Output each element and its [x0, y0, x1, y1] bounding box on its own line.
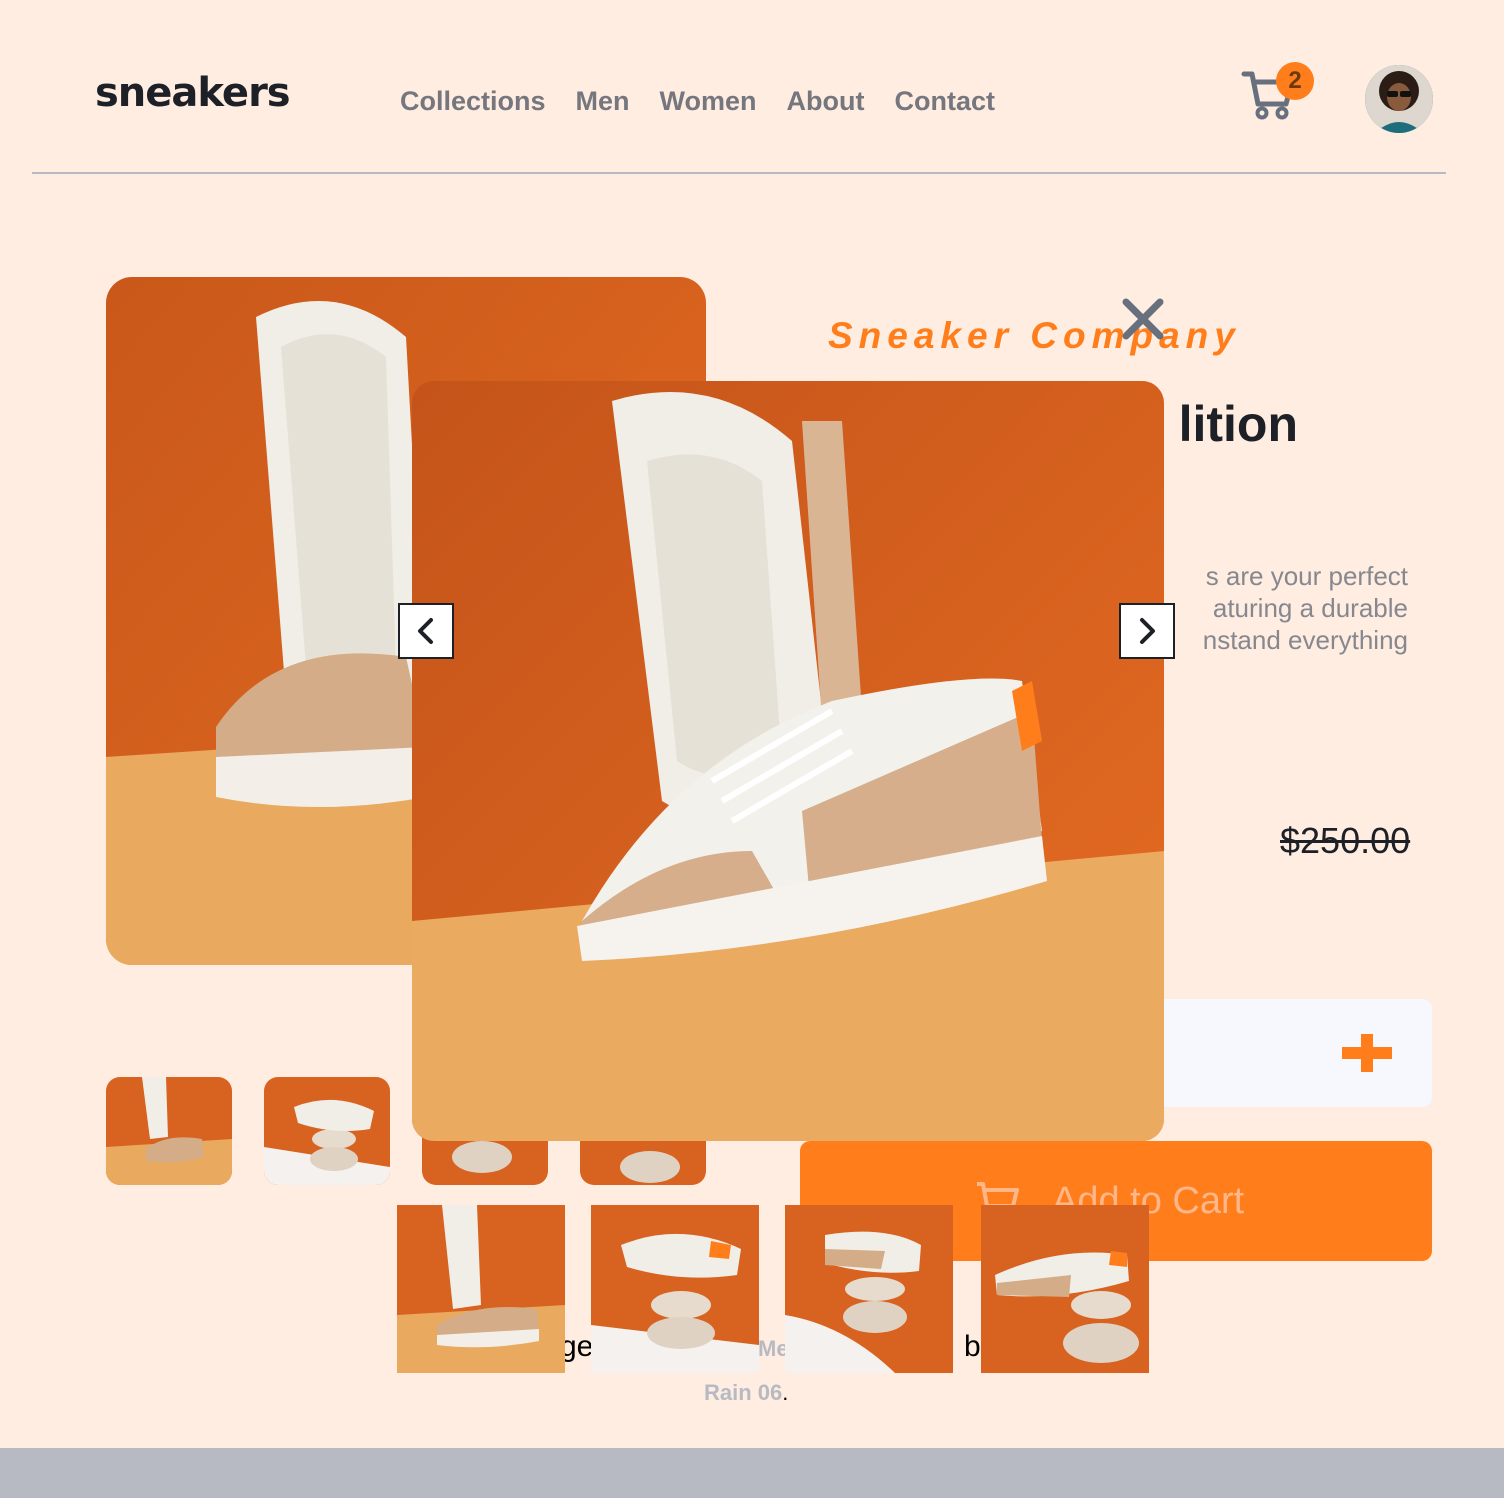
- attribution-fragment: b: [964, 1330, 981, 1363]
- product-thumbnail-1[interactable]: [106, 1077, 232, 1185]
- chevron-right-icon: [1140, 618, 1155, 644]
- original-price: $250.00: [1280, 820, 1411, 861]
- thumbnail-image: [785, 1205, 953, 1373]
- nav-about[interactable]: About: [787, 86, 865, 117]
- avatar[interactable]: [1365, 65, 1433, 133]
- cart-count-badge: 2: [1276, 62, 1314, 100]
- product-thumbnail-2[interactable]: [264, 1077, 390, 1185]
- lightbox-thumbnail-4[interactable]: [981, 1205, 1149, 1373]
- attribution-period: .: [782, 1380, 789, 1405]
- lightbox-thumbnail-1[interactable]: [397, 1205, 565, 1373]
- nav-women[interactable]: Women: [660, 86, 757, 117]
- shoe-photo: [412, 381, 1164, 1141]
- thumbnail-image: [981, 1205, 1149, 1373]
- thumbnail-image: [106, 1077, 232, 1185]
- chevron-left-icon: [418, 618, 433, 644]
- thumbnail-image: [264, 1077, 390, 1185]
- lightbox-thumbnail-3[interactable]: [785, 1205, 953, 1373]
- footer-bar: [0, 1448, 1504, 1498]
- company-name: Sneaker Company: [828, 315, 1241, 356]
- plus-icon[interactable]: [1342, 1034, 1392, 1072]
- attribution-link[interactable]: Rain 06: [704, 1380, 782, 1405]
- close-icon[interactable]: [1120, 296, 1166, 342]
- avatar-image: [1365, 65, 1433, 133]
- lightbox-main-image: [412, 381, 1164, 1141]
- attribution-link[interactable]: Me: [758, 1336, 789, 1362]
- main-nav: Collections Men Women About Contact: [400, 86, 995, 117]
- attribution-fragment: ge: [560, 1330, 594, 1363]
- lightbox-thumbnail-2[interactable]: [591, 1205, 759, 1373]
- attribution-line: Rain 06.: [704, 1380, 788, 1406]
- thumbnail-image: [591, 1205, 759, 1373]
- header-divider: [32, 172, 1446, 174]
- nav-contact[interactable]: Contact: [895, 86, 996, 117]
- nav-men[interactable]: Men: [576, 86, 630, 117]
- lightbox-previous-button[interactable]: [398, 603, 454, 659]
- lightbox-next-button[interactable]: [1119, 603, 1175, 659]
- logo[interactable]: sneakers: [95, 70, 291, 116]
- thumbnail-image: [397, 1205, 565, 1373]
- nav-collections[interactable]: Collections: [400, 86, 546, 117]
